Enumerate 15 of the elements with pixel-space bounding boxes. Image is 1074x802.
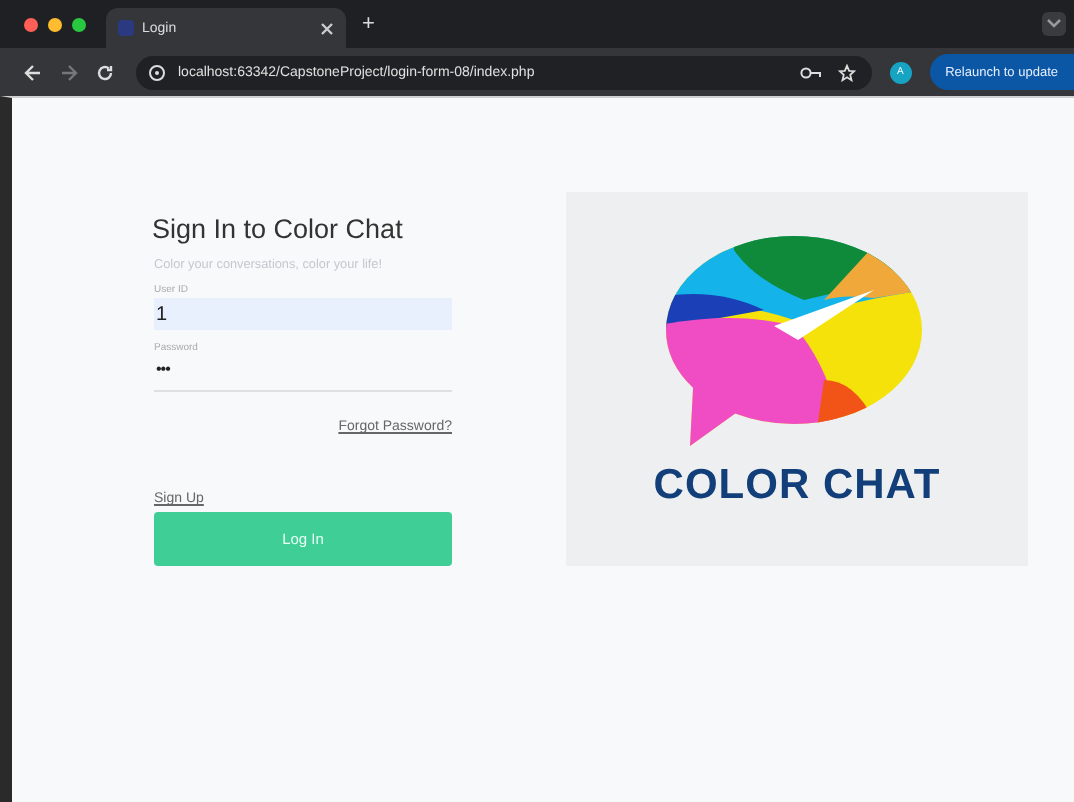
site-icon [118, 20, 134, 36]
maximize-window-icon[interactable] [72, 17, 86, 31]
form-title: Sign In to Color Chat [152, 214, 405, 244]
minimize-window-icon[interactable] [48, 17, 62, 31]
back-icon[interactable] [24, 63, 42, 81]
key-icon[interactable] [799, 65, 822, 79]
tab-search-icon[interactable] [1042, 12, 1066, 36]
site-info-icon[interactable] [148, 63, 166, 81]
logo-text: COLOR CHAT [653, 462, 941, 510]
new-tab-button[interactable]: + [354, 12, 383, 36]
forward-icon[interactable] [60, 63, 78, 81]
reload-icon[interactable] [96, 63, 114, 81]
star-icon[interactable] [837, 63, 856, 81]
close-window-icon[interactable] [24, 17, 38, 31]
close-tab-icon[interactable] [320, 21, 334, 35]
